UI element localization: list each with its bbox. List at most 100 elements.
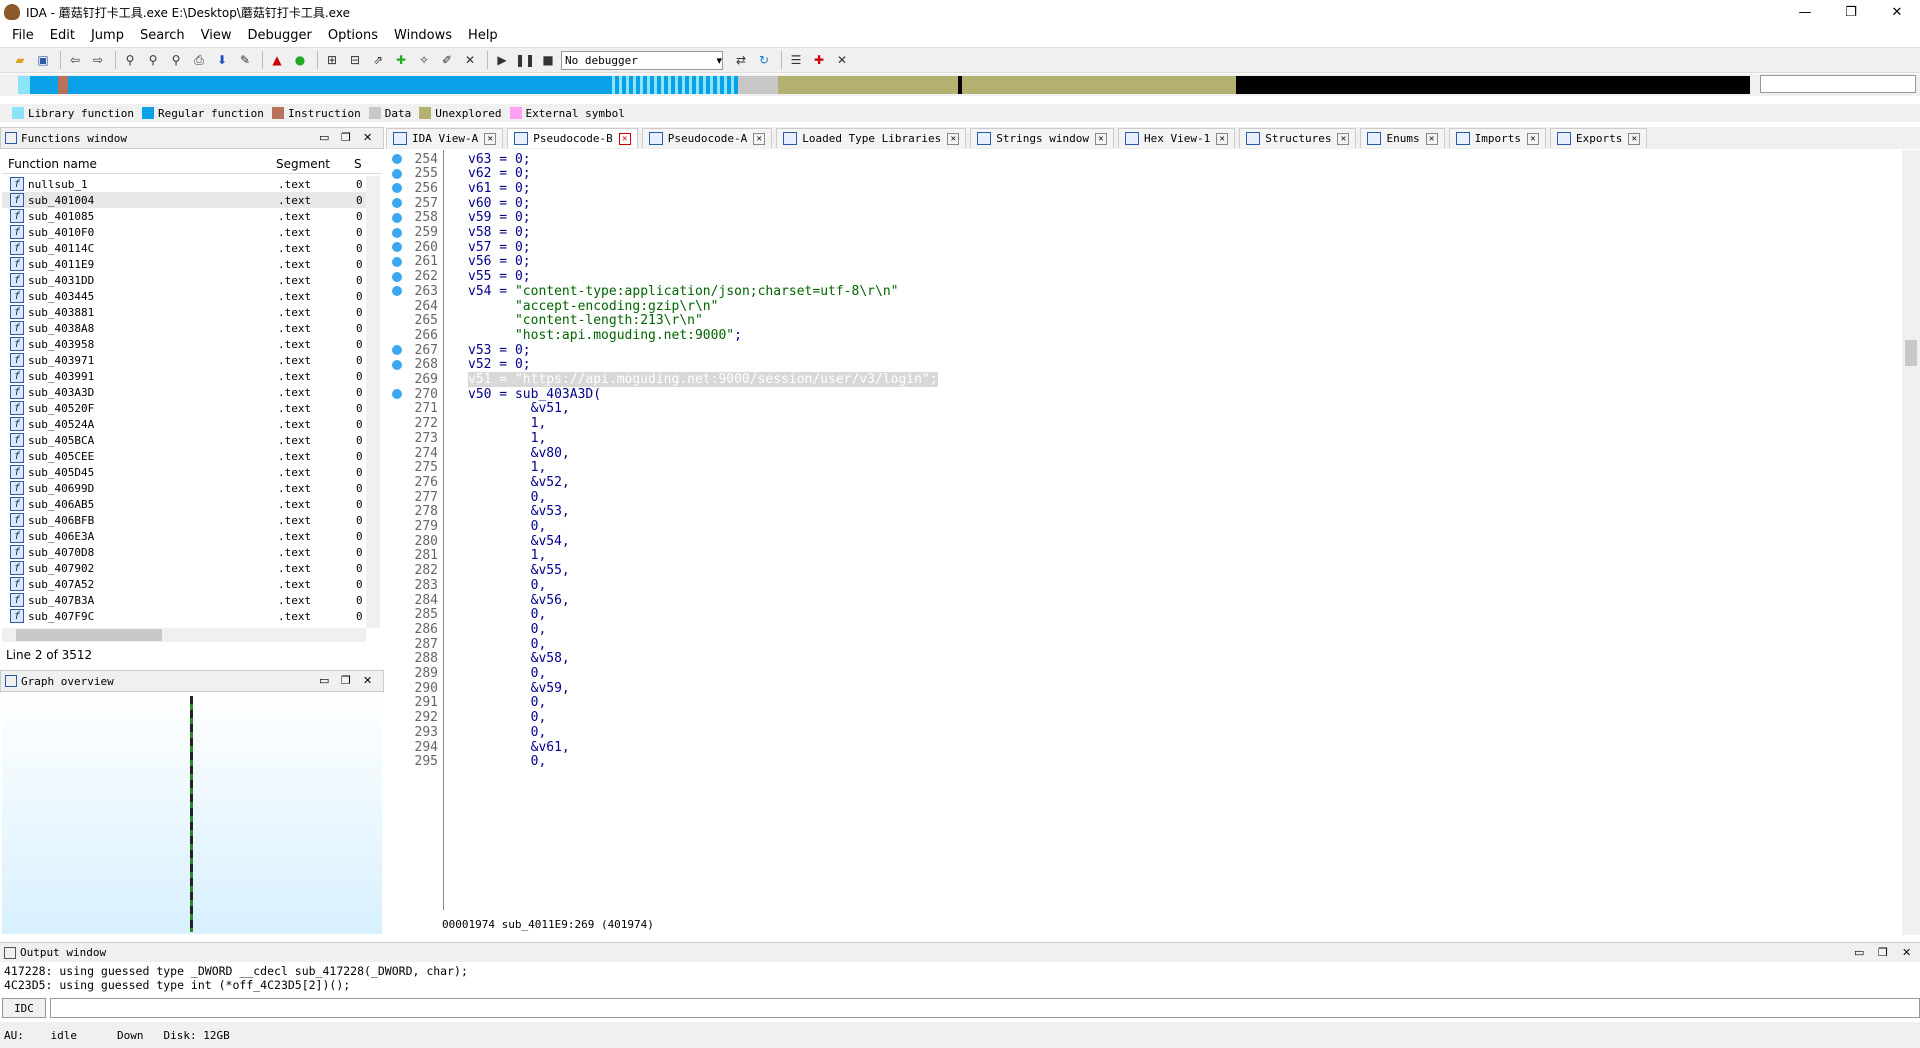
list-icon[interactable]: ☰ [786, 50, 806, 70]
function-row[interactable]: f sub_406BFB .text 0 [2, 512, 378, 528]
debug-attach-icon[interactable]: ⇄ [731, 50, 751, 70]
breakpoint-dot-icon[interactable] [392, 198, 402, 209]
close-icon[interactable]: ✕ [1902, 946, 1911, 959]
col-segment[interactable]: Segment [276, 157, 354, 171]
function-row[interactable]: f sub_407902 .text 0 [2, 560, 378, 576]
search-binary-icon[interactable]: ⚲ [166, 50, 186, 70]
function-row[interactable]: f sub_405BCA .text 0 [2, 432, 378, 448]
float-icon[interactable]: ❐ [341, 674, 351, 687]
tab-structures[interactable]: Structures ✕ [1239, 128, 1357, 148]
function-row[interactable]: f sub_4038A8 .text 0 [2, 320, 378, 336]
code-line[interactable]: 295 0, [388, 753, 1888, 771]
menu-options[interactable]: Options [320, 28, 386, 43]
function-row[interactable]: f sub_40524A .text 0 [2, 416, 378, 432]
menu-debugger[interactable]: Debugger [239, 28, 319, 43]
breakpoint-dot-icon[interactable] [392, 227, 402, 238]
breakpoint-dot-icon[interactable] [392, 154, 402, 164]
export-icon[interactable]: ⇗ [368, 50, 388, 70]
restore-icon[interactable]: ▭ [319, 674, 329, 687]
function-row[interactable]: f sub_403881 .text 0 [2, 304, 378, 320]
command-input[interactable] [50, 998, 1920, 1018]
function-row[interactable]: f sub_403445 .text 0 [2, 288, 378, 304]
function-row[interactable]: f sub_403A3D .text 0 [2, 384, 378, 400]
chart-icon[interactable]: ⊟ [345, 50, 365, 70]
menu-search[interactable]: Search [132, 28, 193, 43]
function-row[interactable]: f sub_4010F0 .text 0 [2, 224, 378, 240]
tab-pseudocode-a[interactable]: Pseudocode-A ✕ [641, 128, 773, 148]
back-arrow-icon[interactable]: ⇦ [65, 50, 85, 70]
stop-icon[interactable]: ■ [538, 50, 558, 70]
close-icon[interactable]: ✕ [363, 131, 372, 144]
menu-help[interactable]: Help [460, 28, 506, 43]
cross-icon[interactable]: ✕ [460, 50, 480, 70]
breakpoint-dot-icon[interactable] [392, 286, 402, 297]
search-text-icon[interactable]: ⚲ [143, 50, 163, 70]
function-row[interactable]: f sub_403991 .text 0 [2, 368, 378, 384]
tab-close-icon[interactable]: ✕ [618, 132, 631, 145]
tab-close-icon[interactable]: ✕ [1425, 132, 1438, 145]
breakpoint-dot-icon[interactable] [392, 271, 402, 282]
tab-close-icon[interactable]: ✕ [947, 132, 960, 145]
tab-close-icon[interactable]: ✕ [1337, 132, 1350, 145]
function-row[interactable]: f nullsub_1 .text 0 [2, 176, 378, 192]
pseudocode-view[interactable]: 254 v63 = 0; 255 v62 = 0; 256 v61 = 0; 257 v60 … [388, 150, 1900, 916]
breakpoint-dot-icon[interactable] [392, 256, 402, 267]
tab-pseudocode-b[interactable]: Pseudocode-B ✕ [507, 128, 638, 148]
breakpoint-dot-icon[interactable] [392, 359, 402, 370]
pen-icon[interactable]: ✎ [235, 50, 255, 70]
breakpoint-dot-icon[interactable] [392, 183, 402, 194]
navigation-strip[interactable] [18, 76, 1750, 94]
code-vscroll[interactable] [1902, 150, 1920, 935]
function-row[interactable]: f sub_40520F .text 0 [2, 400, 378, 416]
function-row[interactable]: f sub_403971 .text 0 [2, 352, 378, 368]
breakpoint-dot-icon[interactable] [392, 168, 402, 179]
tab-strings-window[interactable]: Strings window ✕ [970, 128, 1114, 148]
debugger-select[interactable]: No debugger ▾ [561, 50, 723, 70]
tab-close-icon[interactable]: ✕ [484, 132, 497, 145]
forward-arrow-icon[interactable]: ⇨ [88, 50, 108, 70]
function-row[interactable]: f sub_405CEE .text 0 [2, 448, 378, 464]
minimize-button[interactable]: — [1782, 0, 1828, 24]
breakpoint-dot-icon[interactable] [392, 242, 402, 253]
binoculars-icon[interactable]: ⚲ [120, 50, 140, 70]
function-row[interactable]: f sub_401004 .text 0 [2, 192, 378, 208]
menu-jump[interactable]: Jump [83, 28, 132, 43]
print-icon[interactable]: ⎙ [189, 50, 209, 70]
menu-file[interactable]: File [4, 28, 42, 43]
tab-loaded-type-libraries[interactable]: Loaded Type Libraries ✕ [776, 128, 967, 148]
wrench-icon[interactable]: ✧ [414, 50, 434, 70]
restore-icon[interactable]: ▭ [1854, 946, 1864, 959]
function-row[interactable]: f sub_403958 .text 0 [2, 336, 378, 352]
function-row[interactable]: f sub_401085 .text 0 [2, 208, 378, 224]
functions-vscroll[interactable] [366, 176, 380, 628]
function-row[interactable]: f sub_407F9C .text 0 [2, 608, 378, 624]
tab-close-icon[interactable]: ✕ [1095, 132, 1107, 145]
open-folder-icon[interactable]: ▰ [10, 50, 30, 70]
function-row[interactable]: f sub_407A52 .text 0 [2, 576, 378, 592]
functions-hscroll[interactable] [2, 628, 366, 642]
save-icon[interactable]: ▣ [33, 50, 53, 70]
edit-icon[interactable]: ✐ [437, 50, 457, 70]
debug-refresh-icon[interactable]: ↻ [754, 50, 774, 70]
tab-ida-view-a[interactable]: IDA View-A ✕ [386, 128, 504, 148]
menu-windows[interactable]: Windows [386, 28, 460, 43]
nav-zoom-select[interactable] [1760, 75, 1916, 93]
function-row[interactable]: f sub_407B3A .text 0 [2, 592, 378, 608]
maximize-button[interactable]: ❐ [1828, 0, 1874, 24]
plus-icon[interactable]: ✚ [391, 50, 411, 70]
pause-icon[interactable]: ❚❚ [515, 50, 535, 70]
close-icon[interactable]: ✕ [363, 674, 372, 687]
function-row[interactable]: f sub_405D45 .text 0 [2, 464, 378, 480]
tab-exports[interactable]: Exports ✕ [1549, 128, 1648, 148]
function-row[interactable]: f sub_406AB5 .text 0 [2, 496, 378, 512]
function-row[interactable]: f sub_406E3A .text 0 [2, 528, 378, 544]
breakpoint-dot-icon[interactable] [392, 389, 402, 400]
function-row[interactable]: f sub_4011E9 .text 0 [2, 256, 378, 272]
warning-icon[interactable]: ▲ [267, 50, 287, 70]
menu-edit[interactable]: Edit [42, 28, 83, 43]
col-function-name[interactable]: Function name [2, 157, 276, 171]
function-row[interactable]: f sub_40699D .text 0 [2, 480, 378, 496]
tab-imports[interactable]: Imports ✕ [1448, 128, 1546, 148]
breakpoint-dot-icon[interactable] [392, 212, 402, 223]
download-arrow-icon[interactable]: ⬇ [212, 50, 232, 70]
